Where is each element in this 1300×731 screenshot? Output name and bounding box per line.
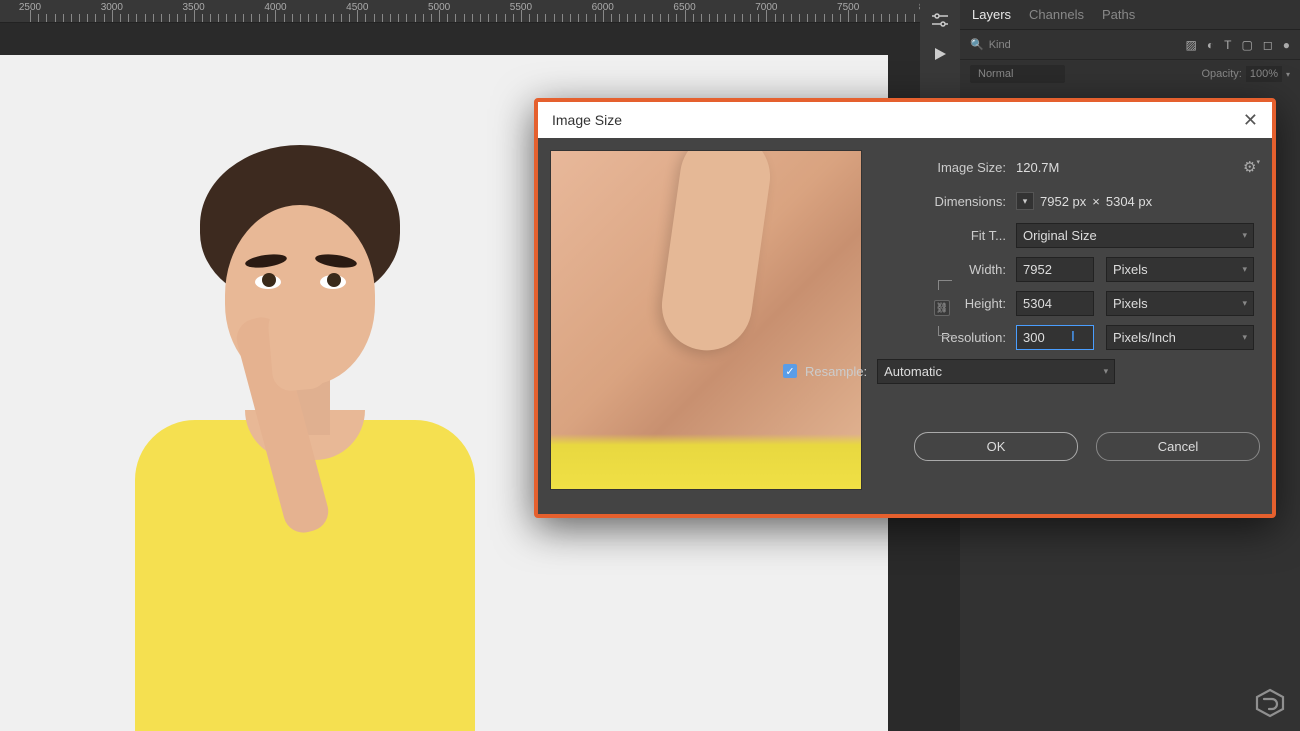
resample-checkbox[interactable]: ✓ — [783, 364, 797, 378]
width-input[interactable] — [1016, 257, 1094, 282]
resample-select[interactable]: Automatic▾ — [877, 359, 1115, 384]
dialog-title: Image Size — [552, 112, 622, 128]
height-input[interactable] — [1016, 291, 1094, 316]
dimensions-unit-toggle[interactable]: ▾ — [1016, 192, 1034, 210]
tab-layers[interactable]: Layers — [972, 7, 1011, 22]
width-label: Width: — [878, 262, 1016, 277]
blend-opacity-row: Normal Opacity: 100% ▾ — [960, 60, 1300, 88]
resolution-input[interactable]: 300I — [1016, 325, 1094, 350]
dimensions-sep: × — [1092, 194, 1100, 209]
tab-paths[interactable]: Paths — [1102, 7, 1135, 22]
image-size-dialog: Image Size ✕ Image Size: 120.7M ⚙▾ Dimen… — [534, 98, 1276, 518]
dialog-titlebar[interactable]: Image Size ✕ — [538, 102, 1272, 138]
search-icon[interactable]: 🔍 — [970, 38, 984, 51]
filter-type-icon[interactable]: T — [1224, 38, 1231, 52]
opacity-value[interactable]: 100% — [1246, 66, 1282, 82]
fit-to-select[interactable]: Original Size▾ — [1016, 223, 1254, 248]
opacity-label: Opacity: — [1201, 68, 1241, 80]
filter-shape-icon[interactable]: ▢ — [1241, 38, 1252, 52]
dimensions-width: 7952 px — [1040, 194, 1086, 209]
text-cursor-icon: I — [1071, 328, 1075, 345]
filter-kind-label[interactable]: Kind — [989, 39, 1011, 51]
panel-tabs: Layers Channels Paths — [960, 0, 1300, 30]
ok-button[interactable]: OK — [914, 432, 1078, 461]
gear-icon[interactable]: ⚙▾ — [1243, 158, 1260, 176]
link-icon[interactable]: ⛓ — [934, 300, 950, 316]
width-unit-select[interactable]: Pixels▾ — [1106, 257, 1254, 282]
filter-smart-icon[interactable]: ◻ — [1263, 38, 1273, 52]
filter-pixel-icon[interactable]: ▨ — [1186, 38, 1197, 52]
dimensions-label: Dimensions: — [878, 194, 1016, 209]
fit-to-label: Fit T... — [878, 228, 1016, 243]
constrain-proportions-link[interactable]: ⛓ — [938, 280, 962, 336]
filter-toggle-icon[interactable]: ● — [1283, 38, 1290, 52]
brand-logo-icon — [1254, 687, 1286, 719]
image-size-label: Image Size: — [878, 160, 1016, 175]
chevron-down-icon[interactable]: ▾ — [1286, 70, 1290, 79]
resolution-unit-select[interactable]: Pixels/Inch▾ — [1106, 325, 1254, 350]
preview-thumbnail[interactable] — [550, 150, 862, 490]
blend-mode-select[interactable]: Normal — [970, 65, 1065, 83]
image-size-value: 120.7M — [1016, 160, 1059, 175]
dimensions-height: 5304 px — [1106, 194, 1152, 209]
tab-channels[interactable]: Channels — [1029, 7, 1084, 22]
resample-label: Resample: — [805, 364, 867, 379]
cancel-button[interactable]: Cancel — [1096, 432, 1260, 461]
close-icon[interactable]: ✕ — [1243, 110, 1258, 131]
filter-adjust-icon[interactable]: ◐ — [1207, 38, 1214, 52]
canvas-image — [70, 145, 550, 731]
height-unit-select[interactable]: Pixels▾ — [1106, 291, 1254, 316]
panel-tool-strip — [920, 0, 960, 100]
adjustments-icon[interactable] — [931, 12, 949, 28]
layer-filter-bar: 🔍 Kind ▨ ◐ T ▢ ◻ ● — [960, 30, 1300, 60]
play-icon[interactable] — [932, 46, 948, 62]
